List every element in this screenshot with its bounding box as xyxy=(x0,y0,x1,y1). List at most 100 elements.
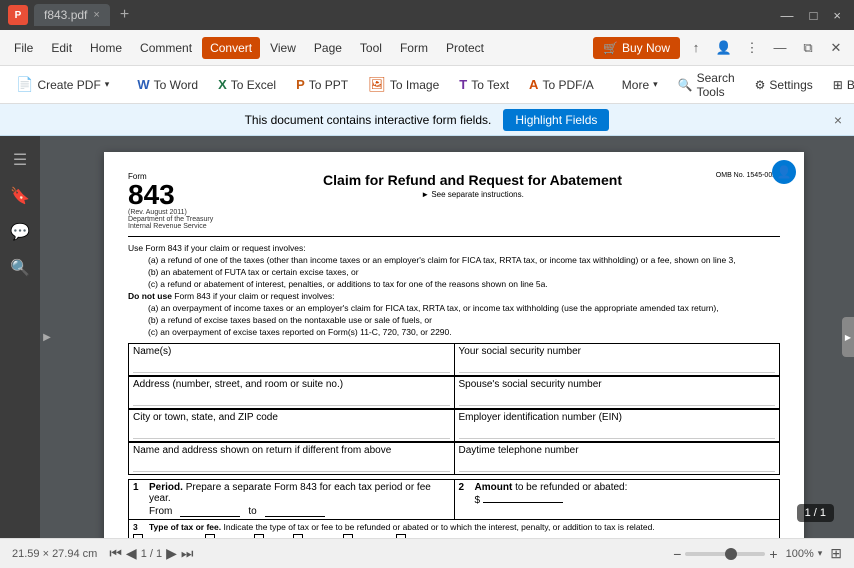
menu-protect[interactable]: Protect xyxy=(438,37,492,59)
cb-excise-box[interactable] xyxy=(293,534,303,538)
ein-field[interactable]: Employer identification number (EIN) xyxy=(455,409,781,442)
cb-employment-box[interactable] xyxy=(133,534,143,538)
window-minimize-icon[interactable]: — xyxy=(768,36,792,60)
to-entry[interactable] xyxy=(265,506,325,517)
sidebar-bookmark-icon[interactable]: 🔖 xyxy=(4,180,36,212)
row3-text: Indicate the type of tax or fee to be re… xyxy=(223,522,654,532)
update-icon[interactable]: ↑ xyxy=(684,36,708,60)
cb-income[interactable]: Income xyxy=(343,534,384,538)
menu-home[interactable]: Home xyxy=(82,37,130,59)
cb-excise[interactable]: Excise xyxy=(293,534,331,538)
to-pdfa-button[interactable]: A To PDF/A xyxy=(521,73,602,96)
user-icon[interactable]: 👤 xyxy=(712,36,736,60)
daytime-phone-entry[interactable] xyxy=(459,458,776,472)
cb-fee[interactable]: Fee xyxy=(396,534,424,538)
instruction-line-0: Use Form 843 if your claim or request in… xyxy=(128,243,780,253)
city-entry[interactable] xyxy=(133,425,450,439)
to-ppt-button[interactable]: P To PPT xyxy=(288,73,356,96)
cb-fee-box[interactable] xyxy=(396,534,406,538)
from-entry[interactable] xyxy=(180,506,240,517)
amount-entry[interactable] xyxy=(483,502,563,503)
cb-estate-box[interactable] xyxy=(205,534,215,538)
statusbar-right: − + 100% ▾ ⊞ xyxy=(673,545,842,562)
more-options-icon[interactable]: ⋮ xyxy=(740,36,764,60)
cb-employment[interactable]: Employment xyxy=(133,534,193,538)
ein-entry[interactable] xyxy=(459,425,776,439)
pdf-content-area[interactable]: 👤 Form 843 (Rev. August 2011) Department… xyxy=(54,136,854,538)
more-button[interactable]: More ▾ xyxy=(614,74,666,96)
ssn-field[interactable]: Your social security number xyxy=(455,343,781,376)
to-excel-button[interactable]: X To Excel xyxy=(210,73,284,96)
name-return-entry[interactable] xyxy=(133,458,450,472)
to-word-button[interactable]: W To Word xyxy=(129,73,206,96)
zoom-slider-thumb[interactable] xyxy=(725,548,737,560)
cb-income-box[interactable] xyxy=(343,534,353,538)
notification-close-button[interactable]: × xyxy=(834,112,842,128)
instruction-line-2: (b) an abatement of FUTA tax or certain … xyxy=(148,267,780,277)
window-close-button[interactable]: × xyxy=(828,6,846,25)
daytime-phone-field[interactable]: Daytime telephone number xyxy=(455,442,781,475)
to-excel-label: To Excel xyxy=(231,78,276,92)
zoom-dropdown-icon[interactable]: ▾ xyxy=(818,548,823,559)
menu-file[interactable]: File xyxy=(6,37,41,59)
instruction-line-1: (a) a refund of one of the taxes (other … xyxy=(148,255,780,265)
search-tools-button[interactable]: 🔍 Search Tools xyxy=(670,67,743,103)
name-field[interactable]: Name(s) xyxy=(128,343,455,376)
minimize-button[interactable]: — xyxy=(776,6,799,25)
sidebar-search-icon[interactable]: 🔍 xyxy=(4,252,36,284)
menu-page[interactable]: Page xyxy=(306,37,350,59)
cb-gift-box[interactable] xyxy=(254,534,264,538)
name-entry[interactable] xyxy=(133,359,450,373)
page-display: 1 / 1 xyxy=(141,548,162,560)
address-spouse-row: Address (number, street, and room or sui… xyxy=(128,376,780,409)
more-dropdown-icon: ▾ xyxy=(653,79,658,90)
nav-next-button[interactable]: ▶ xyxy=(166,545,177,562)
address-entry[interactable] xyxy=(133,392,450,406)
window-restore-icon[interactable]: ⧉ xyxy=(796,36,820,60)
zoom-out-button[interactable]: − xyxy=(673,546,681,562)
menu-form[interactable]: Form xyxy=(392,37,436,59)
spouse-ssn-field[interactable]: Spouse's social security number xyxy=(455,376,781,409)
right-scroll-handle[interactable]: ▶ xyxy=(842,317,854,357)
statusbar: 21.59 × 27.94 cm ⏮ ◀ 1 / 1 ▶ ⏭ − + 100% … xyxy=(0,538,854,568)
buy-now-button[interactable]: 🛒 Buy Now xyxy=(593,37,680,59)
to-word-icon: W xyxy=(137,77,149,92)
ssn-entry[interactable] xyxy=(459,359,776,373)
menu-edit[interactable]: Edit xyxy=(43,37,80,59)
to-text-button[interactable]: T To Text xyxy=(451,73,517,96)
menu-convert[interactable]: Convert xyxy=(202,37,260,59)
create-pdf-button[interactable]: 📄 Create PDF ▾ xyxy=(8,72,117,97)
zoom-in-button[interactable]: + xyxy=(769,546,777,562)
zoom-slider[interactable] xyxy=(685,552,765,556)
city-field[interactable]: City or town, state, and ZIP code xyxy=(128,409,455,442)
window-close-icon[interactable]: ✕ xyxy=(824,36,848,60)
sidebar-collapse-button[interactable]: ▶ xyxy=(40,136,54,538)
to-ppt-label: To PPT xyxy=(309,78,348,92)
sidebar-thumbnail-icon[interactable]: ☰ xyxy=(4,144,36,176)
highlight-fields-button[interactable]: Highlight Fields xyxy=(503,109,609,131)
form-number-block: Form 843 (Rev. August 2011) Department o… xyxy=(128,172,213,230)
nav-prev-button[interactable]: ◀ xyxy=(126,545,137,562)
name-return-field[interactable]: Name and address shown on return if diff… xyxy=(128,442,455,475)
to-image-button[interactable]: 🖼 To Image xyxy=(360,72,447,97)
pdf-tab[interactable]: f843.pdf × xyxy=(34,4,110,26)
sidebar-comment-icon[interactable]: 💬 xyxy=(4,216,36,248)
address-field[interactable]: Address (number, street, and room or sui… xyxy=(128,376,455,409)
create-pdf-dropdown-icon[interactable]: ▾ xyxy=(105,79,110,90)
zoom-controls: − + 100% ▾ xyxy=(673,546,822,562)
maximize-button[interactable]: □ xyxy=(805,6,823,25)
nav-first-button[interactable]: ⏮ xyxy=(109,545,122,562)
row2-num: 2 xyxy=(459,482,471,493)
cb-estate[interactable]: Estate xyxy=(205,534,242,538)
spouse-ssn-entry[interactable] xyxy=(459,392,776,406)
menu-comment[interactable]: Comment xyxy=(132,37,200,59)
menu-view[interactable]: View xyxy=(262,37,304,59)
close-tab-icon[interactable]: × xyxy=(93,9,99,21)
menu-tool[interactable]: Tool xyxy=(352,37,390,59)
batch-convert-button[interactable]: ⊞ Batch Conve... xyxy=(825,74,854,96)
fit-page-button[interactable]: ⊞ xyxy=(830,545,842,562)
cb-gift[interactable]: Gift xyxy=(254,534,280,538)
add-tab-button[interactable]: + xyxy=(120,6,129,24)
nav-last-button[interactable]: ⏭ xyxy=(181,545,194,562)
settings-button[interactable]: ⚙ Settings xyxy=(747,74,821,96)
